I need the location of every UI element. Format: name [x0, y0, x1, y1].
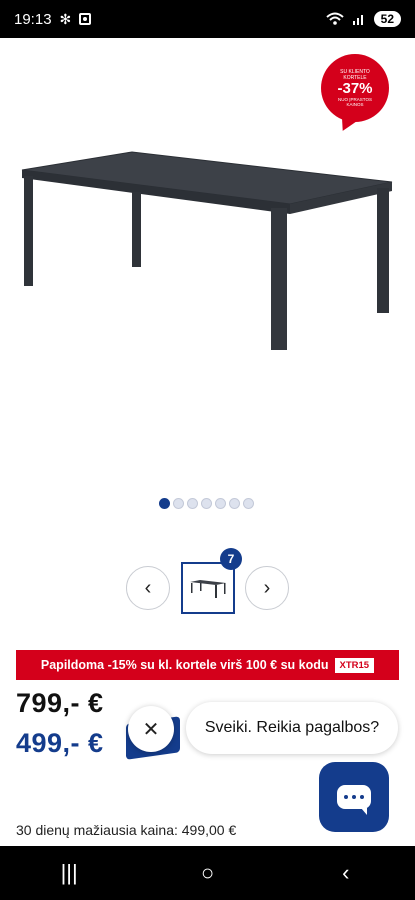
old-price: 799,- €	[16, 688, 104, 718]
promo-code: XTR15	[334, 657, 375, 673]
prev-image-button[interactable]: ‹	[126, 566, 170, 610]
thumbnail-strip: ‹ 7 ›	[126, 548, 290, 616]
gallery-dot[interactable]	[229, 498, 240, 509]
gallery-dots	[159, 498, 254, 509]
battery-indicator: 52	[373, 11, 401, 27]
gallery-dot[interactable]	[173, 498, 184, 509]
product-page: SU KLIENTO KORTELE -37% NUO ĮPRASTOS KAI…	[0, 38, 415, 846]
wifi-icon	[325, 12, 344, 25]
gallery-dot[interactable]	[201, 498, 212, 509]
close-chat-button[interactable]: ✕	[128, 706, 174, 752]
home-button[interactable]: ○	[177, 860, 237, 886]
settings-icon: ✻	[59, 10, 72, 27]
status-time: 19:13	[14, 10, 52, 28]
recents-button[interactable]: |||	[39, 860, 99, 886]
android-nav-bar: ||| ○ ‹	[0, 846, 415, 900]
promo-banner: Papildoma -15% su kl. kortele virš 100 €…	[16, 650, 399, 680]
chat-button[interactable]	[319, 762, 389, 832]
discount-badge: SU KLIENTO KORTELE -37% NUO ĮPRASTOS KAI…	[321, 54, 389, 122]
status-bar: 19:13 ✻ 52	[0, 0, 415, 38]
badge-percent: -37%	[337, 80, 373, 97]
thumbnail-selected[interactable]	[181, 562, 235, 614]
next-image-button[interactable]: ›	[245, 566, 289, 610]
chat-icon	[337, 785, 371, 815]
chevron-right-icon: ›	[263, 576, 271, 599]
chevron-left-icon: ‹	[144, 576, 152, 599]
badge-bottom-text: NUO ĮPRASTOS KAINOS	[338, 97, 372, 107]
lowest-price-info: 30 dienų mažiausia kaina: 499,00 €	[16, 822, 237, 838]
gallery-dot[interactable]	[187, 498, 198, 509]
thumbnail-count-badge: 7	[220, 548, 242, 570]
new-price: 499,- €	[16, 728, 104, 758]
gallery-dot[interactable]	[243, 498, 254, 509]
gallery-dot[interactable]	[215, 498, 226, 509]
notification-icon	[79, 13, 92, 25]
chat-greeting-bubble[interactable]: Sveiki. Reikia pagalbos?	[186, 702, 398, 754]
signal-icon	[352, 15, 363, 25]
table-thumbnail-icon	[190, 580, 226, 598]
back-button[interactable]: ‹	[316, 860, 376, 886]
gallery-dot[interactable]	[159, 498, 170, 509]
close-icon: ✕	[142, 718, 160, 741]
chat-greeting-text: Sveiki. Reikia pagalbos?	[204, 719, 380, 736]
promo-text: Papildoma -15% su kl. kortele virš 100 €…	[40, 658, 329, 672]
